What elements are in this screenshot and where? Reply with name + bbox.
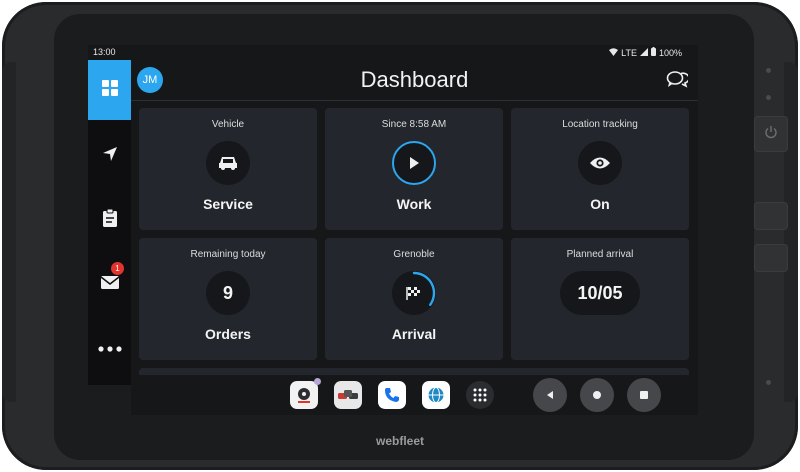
status-network: LTE <box>621 47 637 58</box>
chat-bubbles-icon[interactable] <box>666 70 690 93</box>
tile-value: Service <box>203 196 253 212</box>
mail-icon <box>100 274 120 295</box>
clipboard-icon <box>101 208 119 233</box>
orders-count: 9 <box>206 271 250 315</box>
tile-value: On <box>590 196 610 212</box>
tile-planned-arrival[interactable]: Planned arrival 10/05 <box>511 238 689 360</box>
avatar[interactable]: JM <box>137 67 163 93</box>
car-icon <box>206 141 250 185</box>
power-button[interactable] <box>754 116 788 152</box>
signal-icon <box>639 47 648 58</box>
grid-icon <box>101 79 119 102</box>
tile-value: Work <box>396 196 432 212</box>
status-bar: 13:00 LTE 100% <box>88 45 698 60</box>
vehicles-app-icon[interactable] <box>334 381 362 409</box>
home-icon[interactable] <box>580 378 614 412</box>
volume-down-button[interactable] <box>754 244 788 272</box>
back-icon[interactable] <box>533 378 567 412</box>
browser-app-icon[interactable] <box>422 381 450 409</box>
sidebar-item-messages[interactable]: 1 <box>88 254 131 314</box>
tile-value: Orders <box>205 326 251 342</box>
tile-orders[interactable]: Remaining today 9 Orders <box>139 238 317 360</box>
tile-location-tracking[interactable]: Location tracking On <box>511 108 689 230</box>
more-dots-icon <box>97 339 122 357</box>
sensor-dot <box>766 68 771 73</box>
tile-label: Since 8:58 AM <box>381 119 447 130</box>
navigation-arrow-icon <box>101 145 119 168</box>
battery-icon <box>650 47 656 58</box>
notification-dot <box>314 378 321 385</box>
tile-value: Arrival <box>391 326 437 342</box>
tile-label: Vehicle <box>211 119 245 130</box>
power-icon <box>764 125 778 144</box>
sidebar-item-dashboard[interactable] <box>88 60 131 120</box>
unread-badge: 1 <box>111 262 124 275</box>
volume-up-button[interactable] <box>754 202 788 230</box>
screen: 13:00 LTE 100% 1 Dashboard JM Vehicle Se… <box>88 45 698 385</box>
eye-icon <box>578 141 622 185</box>
page-title: Dashboard <box>360 67 469 92</box>
tile-work[interactable]: Since 8:58 AM Work <box>325 108 503 230</box>
status-time: 13:00 <box>93 47 116 57</box>
device-left-grip <box>2 62 16 402</box>
planned-arrival-date: 10/05 <box>560 271 640 315</box>
header: Dashboard JM <box>131 60 698 101</box>
sensor-dot <box>766 95 771 100</box>
sidebar-item-navigation[interactable] <box>88 126 131 186</box>
sidebar-item-more[interactable] <box>88 318 131 378</box>
status-battery: 100% <box>658 47 682 58</box>
play-icon <box>392 141 436 185</box>
microphone-dot <box>766 380 771 385</box>
wifi-icon <box>609 47 619 58</box>
checkered-flag-icon <box>392 271 436 315</box>
tile-arrival[interactable]: Grenoble Arrival <box>325 238 503 360</box>
phone-app-icon[interactable] <box>378 381 406 409</box>
device-right-grip <box>784 62 798 402</box>
sidebar: 1 <box>88 60 131 385</box>
tile-label: Planned arrival <box>566 249 634 260</box>
device-brand-logo: webfleet <box>375 434 424 448</box>
tile-label: Location tracking <box>562 119 638 130</box>
tile-vehicle[interactable]: Vehicle Service <box>139 108 317 230</box>
navigation-bar <box>131 375 698 415</box>
recents-icon[interactable] <box>627 378 661 412</box>
apps-grid-icon[interactable] <box>466 381 494 409</box>
sidebar-item-tasks[interactable] <box>88 190 131 250</box>
tile-label: Remaining today <box>190 249 266 260</box>
webfleet-app-icon[interactable] <box>290 378 321 409</box>
tile-label: Grenoble <box>393 249 435 260</box>
